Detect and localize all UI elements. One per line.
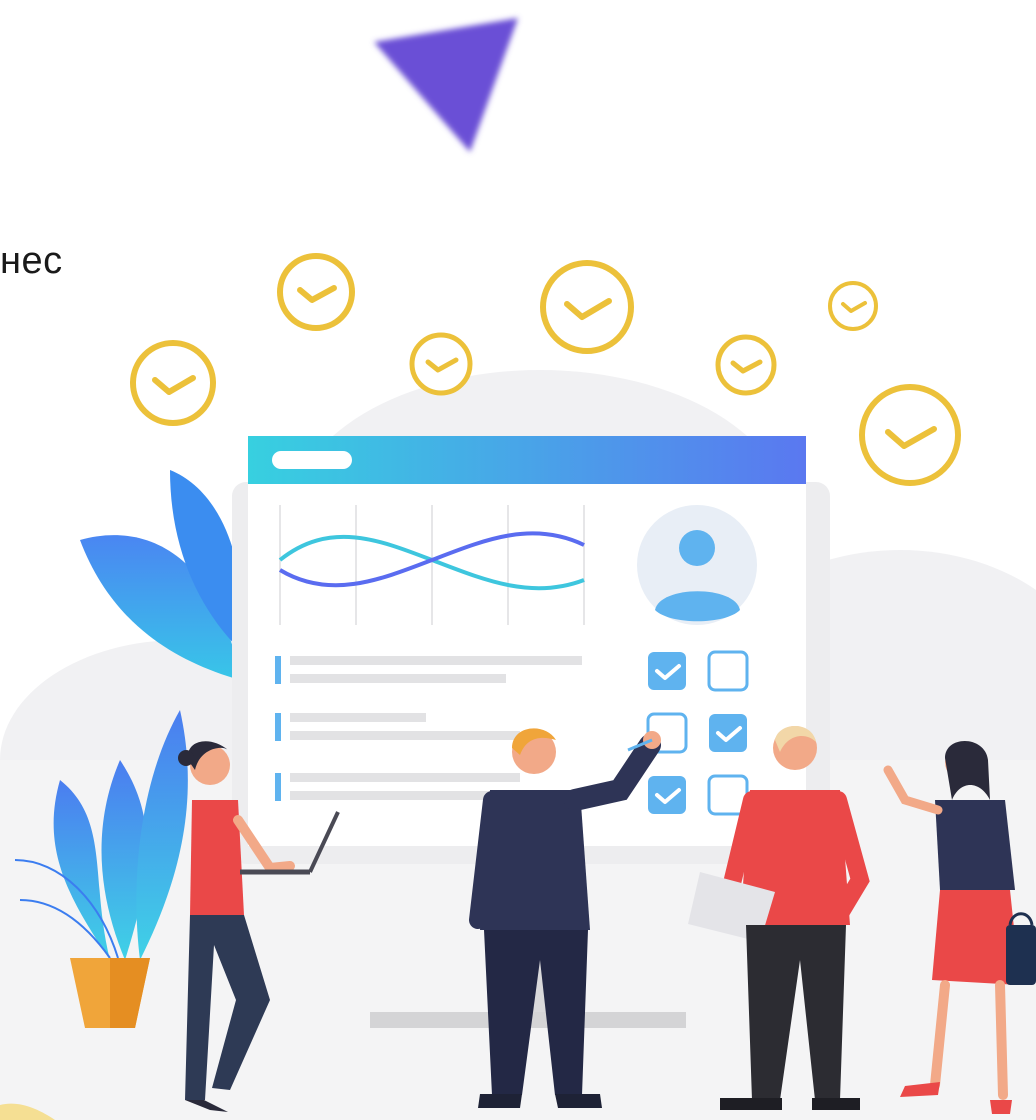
- check-circle-icon: [540, 260, 634, 354]
- check-circle-icon: [828, 281, 878, 331]
- checkbox-empty-icon: [707, 650, 749, 692]
- checkbox-checked-icon: [648, 652, 686, 690]
- checkbox-checked-icon: [709, 714, 747, 752]
- checkbox-checked-icon: [648, 776, 686, 814]
- check-circle-icon: [715, 334, 777, 396]
- user-avatar-icon: [637, 505, 757, 625]
- check-circle-icon: [130, 340, 216, 426]
- check-circle-icon: [859, 384, 961, 486]
- illustration: [0, 18, 1036, 1120]
- triangle-icon: [374, 18, 518, 152]
- check-circle-icon: [409, 332, 473, 396]
- window-title-pill: [272, 451, 352, 469]
- check-circle-icon: [277, 253, 355, 331]
